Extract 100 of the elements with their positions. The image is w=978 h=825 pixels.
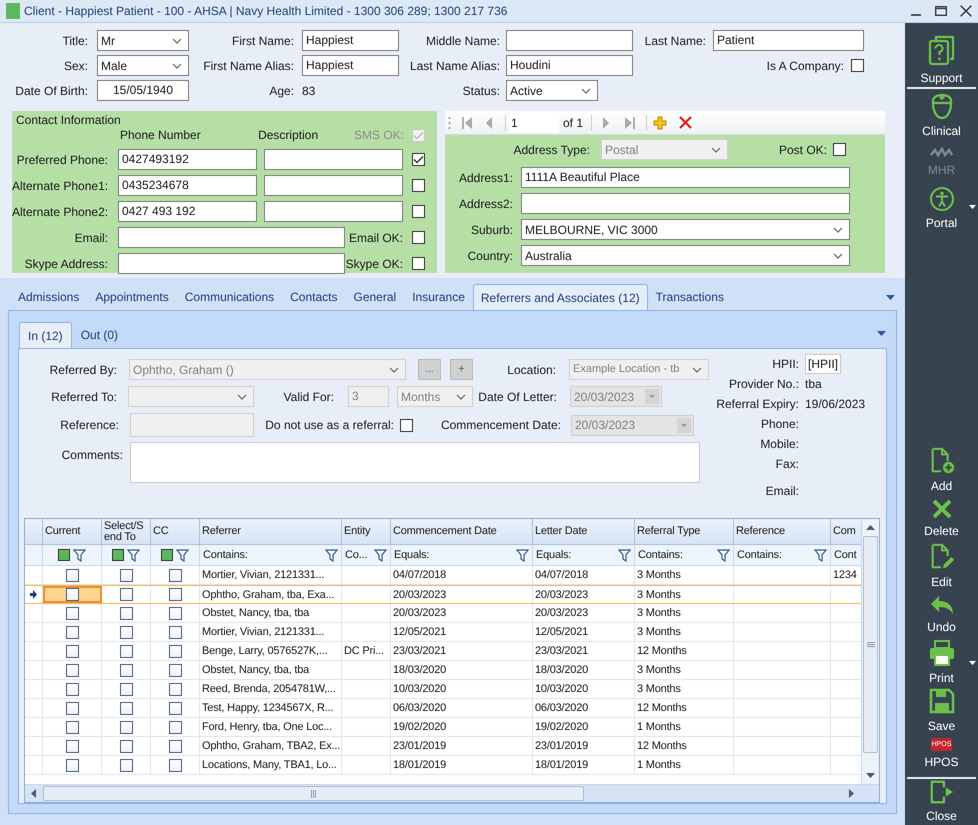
delete-icon[interactable] — [679, 116, 692, 129]
checkbox[interactable] — [66, 682, 78, 696]
text-field[interactable]: 1111A Beautiful Place — [521, 167, 850, 188]
sidebar-button[interactable]: Undo — [905, 591, 978, 639]
table-row[interactable]: Locations, Many, TBA1, Lo... 18/01/2019 18/01/2019 1 Months — [25, 756, 861, 775]
checkbox[interactable] — [168, 702, 182, 714]
scroll-right-icon[interactable] — [849, 789, 854, 798]
filter-icon[interactable] — [374, 548, 387, 562]
checkbox[interactable] — [168, 588, 182, 601]
text-field[interactable]: 0427493192 — [118, 149, 257, 170]
checkbox[interactable] — [66, 758, 78, 772]
text-field[interactable] — [521, 193, 850, 214]
dropdown[interactable]: Australia — [521, 245, 850, 266]
text-field[interactable]: 15/05/1940 — [97, 80, 189, 101]
checkbox[interactable] — [66, 644, 78, 658]
column-header[interactable]: Referral Type — [635, 519, 734, 545]
column-header[interactable]: CC — [151, 519, 200, 545]
filter-icon[interactable] — [814, 548, 827, 562]
filter-checkbox[interactable] — [112, 549, 124, 561]
table-row[interactable]: Test, Happy, 1234567X, R... 06/03/2020 06/03/2020 12 Months — [25, 699, 861, 718]
tab[interactable]: General — [345, 284, 404, 310]
table-row[interactable]: Mortier, Vivian, 2121331... 04/07/2018 04/07/2018 3 Months 1234 — [25, 566, 861, 585]
dropdown[interactable]: MELBOURNE, VIC 3000 — [521, 219, 850, 240]
checkbox[interactable] — [120, 720, 132, 734]
checkbox[interactable] — [120, 644, 132, 658]
checkbox[interactable] — [168, 606, 182, 620]
text-field[interactable]: 0427 493 192 — [118, 201, 257, 222]
checkbox[interactable] — [400, 418, 413, 432]
first-page-icon[interactable] — [461, 116, 473, 130]
text-field[interactable]: [HPII] — [805, 354, 842, 374]
tab[interactable]: Admissions — [10, 284, 88, 310]
checkbox[interactable] — [168, 644, 182, 658]
tab[interactable]: Communications — [176, 284, 282, 310]
checkbox[interactable] — [168, 740, 182, 752]
text-field[interactable] — [118, 253, 345, 274]
dropdown-arrow-icon[interactable] — [877, 331, 886, 336]
table-row[interactable]: Obstet, Nancy, tba, tba 18/03/2020 18/03/2020 3 Months — [25, 661, 861, 680]
text-field[interactable]: 0435234678 — [118, 175, 257, 196]
checkbox[interactable] — [168, 758, 182, 772]
text-field[interactable] — [506, 30, 633, 51]
filter-icon[interactable] — [516, 548, 529, 562]
filter-icon[interactable] — [127, 548, 140, 562]
checkbox[interactable] — [120, 568, 132, 582]
column-header[interactable]: Commencement Date — [391, 519, 533, 545]
horizontal-scrollbar[interactable] — [25, 784, 879, 802]
scroll-thumb[interactable] — [863, 536, 878, 753]
table-row[interactable]: Ophtho, Graham, tba, Exa... 20/03/2023 20/03/2023 3 Months — [25, 585, 861, 604]
last-page-icon[interactable] — [624, 116, 636, 130]
column-header[interactable]: Current — [43, 519, 102, 545]
tab[interactable]: In (12) — [19, 322, 72, 348]
filter-icon[interactable] — [325, 548, 338, 562]
checkbox[interactable] — [120, 606, 132, 620]
filter-checkbox[interactable] — [58, 549, 70, 561]
tab[interactable]: Appointments — [87, 284, 177, 310]
table-row[interactable]: Benge, Larry, 0576527K,... DC Pri... 23/03/2021 23/03/2021 12 Months — [25, 642, 861, 661]
checkbox[interactable] — [66, 720, 78, 734]
column-header[interactable]: Referrer — [200, 519, 342, 545]
checkbox[interactable] — [120, 758, 132, 772]
table-row[interactable]: Mortier, Vivian, 2121331... 12/05/2021 12/05/2021 3 Months — [25, 623, 861, 642]
sidebar-button[interactable]: Add — [905, 447, 978, 495]
filter-checkbox[interactable] — [161, 549, 173, 561]
dropdown[interactable]: Male — [97, 55, 189, 76]
checkbox[interactable] — [66, 702, 78, 714]
text-field[interactable]: Patient — [713, 30, 864, 51]
column-header[interactable]: Reference — [734, 519, 831, 545]
sidebar-button[interactable]: Support — [905, 35, 978, 87]
checkbox[interactable] — [168, 568, 182, 582]
scroll-thumb[interactable] — [43, 786, 584, 801]
checkbox[interactable] — [120, 682, 132, 696]
checkbox[interactable] — [66, 740, 78, 752]
vertical-scrollbar[interactable] — [861, 519, 879, 784]
table-row[interactable]: Reed, Brenda, 2054781W,... 10/03/2020 10/03/2020 3 Months — [25, 680, 861, 699]
column-header[interactable]: Select/Send To — [102, 519, 151, 545]
sidebar-button[interactable]: Clinical — [905, 89, 978, 141]
dropdown[interactable]: Active — [506, 80, 598, 101]
comments-field[interactable] — [130, 442, 700, 483]
column-header[interactable]: Com — [831, 519, 861, 545]
checkbox[interactable] — [168, 626, 182, 638]
checkbox[interactable] — [412, 205, 425, 218]
checkbox[interactable] — [120, 588, 132, 601]
checkbox[interactable] — [120, 702, 132, 714]
scroll-left-icon[interactable] — [31, 789, 36, 798]
checkbox[interactable] — [168, 664, 182, 676]
table-row[interactable]: Ford, Henry, tba, One Loc... 19/02/2020 19/02/2020 1 Months — [25, 718, 861, 737]
tab[interactable]: Transactions — [648, 284, 732, 310]
checkbox[interactable] — [66, 568, 78, 582]
checkbox[interactable] — [120, 740, 132, 752]
page-field[interactable]: 1 — [509, 112, 559, 132]
plus-icon[interactable] — [653, 116, 668, 130]
scroll-up-icon[interactable] — [866, 525, 875, 530]
filter-icon[interactable] — [618, 548, 631, 562]
filter-icon[interactable] — [176, 548, 189, 562]
dropdown-arrow-icon[interactable] — [886, 295, 895, 300]
tab[interactable]: Contacts — [282, 284, 346, 310]
tab[interactable]: Out (0) — [72, 322, 128, 348]
checkbox[interactable] — [412, 257, 425, 270]
checkbox[interactable] — [412, 231, 425, 244]
sidebar-button[interactable]: Close — [905, 779, 978, 825]
tab[interactable]: Referrers and Associates (12) — [472, 284, 648, 310]
column-header[interactable]: Entity — [342, 519, 391, 545]
